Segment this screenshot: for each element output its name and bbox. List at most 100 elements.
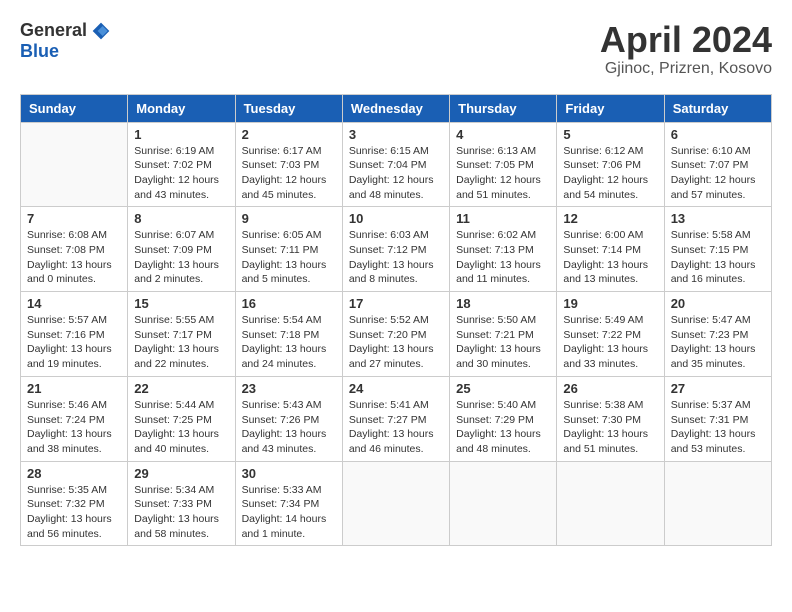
calendar-week-row: 21 Sunrise: 5:46 AM Sunset: 7:24 PM Dayli… — [21, 376, 772, 461]
calendar-cell — [664, 461, 771, 546]
day-info: Sunrise: 6:03 AM Sunset: 7:12 PM Dayligh… — [349, 228, 443, 287]
calendar-cell: 25 Sunrise: 5:40 AM Sunset: 7:29 PM Dayli… — [450, 376, 557, 461]
calendar-cell: 3 Sunrise: 6:15 AM Sunset: 7:04 PM Daylig… — [342, 122, 449, 207]
calendar-day-header: Sunday — [21, 94, 128, 122]
calendar-day-header: Wednesday — [342, 94, 449, 122]
day-info: Sunrise: 6:15 AM Sunset: 7:04 PM Dayligh… — [349, 144, 443, 203]
day-info: Sunrise: 5:35 AM Sunset: 7:32 PM Dayligh… — [27, 483, 121, 542]
day-number: 13 — [671, 211, 765, 226]
calendar-cell: 5 Sunrise: 6:12 AM Sunset: 7:06 PM Daylig… — [557, 122, 664, 207]
page-header: General Blue April 2024 Gjinoc, Prizren,… — [20, 20, 772, 78]
day-number: 11 — [456, 211, 550, 226]
calendar-cell: 10 Sunrise: 6:03 AM Sunset: 7:12 PM Dayli… — [342, 207, 449, 292]
day-number: 8 — [134, 211, 228, 226]
calendar-cell — [557, 461, 664, 546]
calendar-table: SundayMondayTuesdayWednesdayThursdayFrid… — [20, 94, 772, 547]
calendar-cell: 24 Sunrise: 5:41 AM Sunset: 7:27 PM Dayli… — [342, 376, 449, 461]
logo-general-text: General — [20, 20, 87, 41]
day-number: 30 — [242, 466, 336, 481]
calendar-cell: 12Sunrise: 6:00 AM Sunset: 7:14 PM Dayli… — [557, 207, 664, 292]
day-number: 14 — [27, 296, 121, 311]
day-info: Sunrise: 5:40 AM Sunset: 7:29 PM Dayligh… — [456, 398, 550, 457]
calendar-cell: 29 Sunrise: 5:34 AM Sunset: 7:33 PM Dayli… — [128, 461, 235, 546]
day-info: Sunrise: 5:55 AM Sunset: 7:17 PM Dayligh… — [134, 313, 228, 372]
calendar-cell: 2 Sunrise: 6:17 AM Sunset: 7:03 PM Daylig… — [235, 122, 342, 207]
calendar-cell: 23 Sunrise: 5:43 AM Sunset: 7:26 PM Dayli… — [235, 376, 342, 461]
day-info: Sunrise: 5:34 AM Sunset: 7:33 PM Dayligh… — [134, 483, 228, 542]
calendar-cell — [450, 461, 557, 546]
day-info: Sunrise: 6:08 AM Sunset: 7:08 PM Dayligh… — [27, 228, 121, 287]
calendar-day-header: Monday — [128, 94, 235, 122]
calendar-cell: 13 Sunrise: 5:58 AM Sunset: 7:15 PM Dayli… — [664, 207, 771, 292]
day-info: Sunrise: 6:17 AM Sunset: 7:03 PM Dayligh… — [242, 144, 336, 203]
calendar-header-row: SundayMondayTuesdayWednesdayThursdayFrid… — [21, 94, 772, 122]
day-info: Sunrise: 5:58 AM Sunset: 7:15 PM Dayligh… — [671, 228, 765, 287]
day-info: Sunrise: 5:37 AM Sunset: 7:31 PM Dayligh… — [671, 398, 765, 457]
calendar-cell: 9Sunrise: 6:05 AM Sunset: 7:11 PM Daylig… — [235, 207, 342, 292]
day-number: 28 — [27, 466, 121, 481]
calendar-cell: 20Sunrise: 5:47 AM Sunset: 7:23 PM Dayli… — [664, 292, 771, 377]
location-text: Gjinoc, Prizren, Kosovo — [600, 60, 772, 78]
day-number: 19 — [563, 296, 657, 311]
day-number: 17 — [349, 296, 443, 311]
day-info: Sunrise: 5:46 AM Sunset: 7:24 PM Dayligh… — [27, 398, 121, 457]
calendar-cell: 27 Sunrise: 5:37 AM Sunset: 7:31 PM Dayli… — [664, 376, 771, 461]
title-block: April 2024 Gjinoc, Prizren, Kosovo — [600, 20, 772, 78]
calendar-day-header: Thursday — [450, 94, 557, 122]
calendar-cell: 28 Sunrise: 5:35 AM Sunset: 7:32 PM Dayli… — [21, 461, 128, 546]
calendar-cell: 7 Sunrise: 6:08 AM Sunset: 7:08 PM Daylig… — [21, 207, 128, 292]
day-info: Sunrise: 5:57 AM Sunset: 7:16 PM Dayligh… — [27, 313, 121, 372]
logo: General Blue — [20, 20, 111, 62]
day-number: 7 — [27, 211, 121, 226]
calendar-week-row: 1Sunrise: 6:19 AM Sunset: 7:02 PM Daylig… — [21, 122, 772, 207]
day-info: Sunrise: 6:05 AM Sunset: 7:11 PM Dayligh… — [242, 228, 336, 287]
day-info: Sunrise: 6:07 AM Sunset: 7:09 PM Dayligh… — [134, 228, 228, 287]
day-number: 3 — [349, 127, 443, 142]
day-info: Sunrise: 5:44 AM Sunset: 7:25 PM Dayligh… — [134, 398, 228, 457]
day-number: 5 — [563, 127, 657, 142]
day-info: Sunrise: 5:43 AM Sunset: 7:26 PM Dayligh… — [242, 398, 336, 457]
day-info: Sunrise: 6:12 AM Sunset: 7:06 PM Dayligh… — [563, 144, 657, 203]
day-number: 23 — [242, 381, 336, 396]
calendar-cell: 1Sunrise: 6:19 AM Sunset: 7:02 PM Daylig… — [128, 122, 235, 207]
logo-icon — [91, 21, 111, 41]
day-number: 10 — [349, 211, 443, 226]
day-number: 4 — [456, 127, 550, 142]
calendar-cell: 19Sunrise: 5:49 AM Sunset: 7:22 PM Dayli… — [557, 292, 664, 377]
calendar-cell: 18Sunrise: 5:50 AM Sunset: 7:21 PM Dayli… — [450, 292, 557, 377]
day-number: 27 — [671, 381, 765, 396]
logo-blue-text: Blue — [20, 41, 59, 62]
day-number: 21 — [27, 381, 121, 396]
month-title: April 2024 — [600, 20, 772, 60]
calendar-cell: 15Sunrise: 5:55 AM Sunset: 7:17 PM Dayli… — [128, 292, 235, 377]
day-info: Sunrise: 5:41 AM Sunset: 7:27 PM Dayligh… — [349, 398, 443, 457]
day-info: Sunrise: 6:10 AM Sunset: 7:07 PM Dayligh… — [671, 144, 765, 203]
calendar-day-header: Friday — [557, 94, 664, 122]
calendar-cell: 21 Sunrise: 5:46 AM Sunset: 7:24 PM Dayli… — [21, 376, 128, 461]
calendar-cell — [342, 461, 449, 546]
calendar-week-row: 28 Sunrise: 5:35 AM Sunset: 7:32 PM Dayli… — [21, 461, 772, 546]
day-number: 25 — [456, 381, 550, 396]
calendar-cell: 6 Sunrise: 6:10 AM Sunset: 7:07 PM Daylig… — [664, 122, 771, 207]
day-info: Sunrise: 5:33 AM Sunset: 7:34 PM Dayligh… — [242, 483, 336, 542]
calendar-day-header: Saturday — [664, 94, 771, 122]
calendar-cell: 22 Sunrise: 5:44 AM Sunset: 7:25 PM Dayli… — [128, 376, 235, 461]
calendar-cell: 30 Sunrise: 5:33 AM Sunset: 7:34 PM Dayli… — [235, 461, 342, 546]
day-number: 2 — [242, 127, 336, 142]
calendar-week-row: 14 Sunrise: 5:57 AM Sunset: 7:16 PM Dayli… — [21, 292, 772, 377]
day-info: Sunrise: 5:47 AM Sunset: 7:23 PM Dayligh… — [671, 313, 765, 372]
day-number: 12 — [563, 211, 657, 226]
day-number: 1 — [134, 127, 228, 142]
day-number: 26 — [563, 381, 657, 396]
calendar-cell: 4Sunrise: 6:13 AM Sunset: 7:05 PM Daylig… — [450, 122, 557, 207]
day-number: 22 — [134, 381, 228, 396]
calendar-cell: 17 Sunrise: 5:52 AM Sunset: 7:20 PM Dayli… — [342, 292, 449, 377]
calendar-day-header: Tuesday — [235, 94, 342, 122]
day-number: 29 — [134, 466, 228, 481]
day-info: Sunrise: 5:52 AM Sunset: 7:20 PM Dayligh… — [349, 313, 443, 372]
calendar-cell: 14 Sunrise: 5:57 AM Sunset: 7:16 PM Dayli… — [21, 292, 128, 377]
day-number: 24 — [349, 381, 443, 396]
day-info: Sunrise: 5:50 AM Sunset: 7:21 PM Dayligh… — [456, 313, 550, 372]
calendar-cell: 8 Sunrise: 6:07 AM Sunset: 7:09 PM Daylig… — [128, 207, 235, 292]
day-number: 6 — [671, 127, 765, 142]
